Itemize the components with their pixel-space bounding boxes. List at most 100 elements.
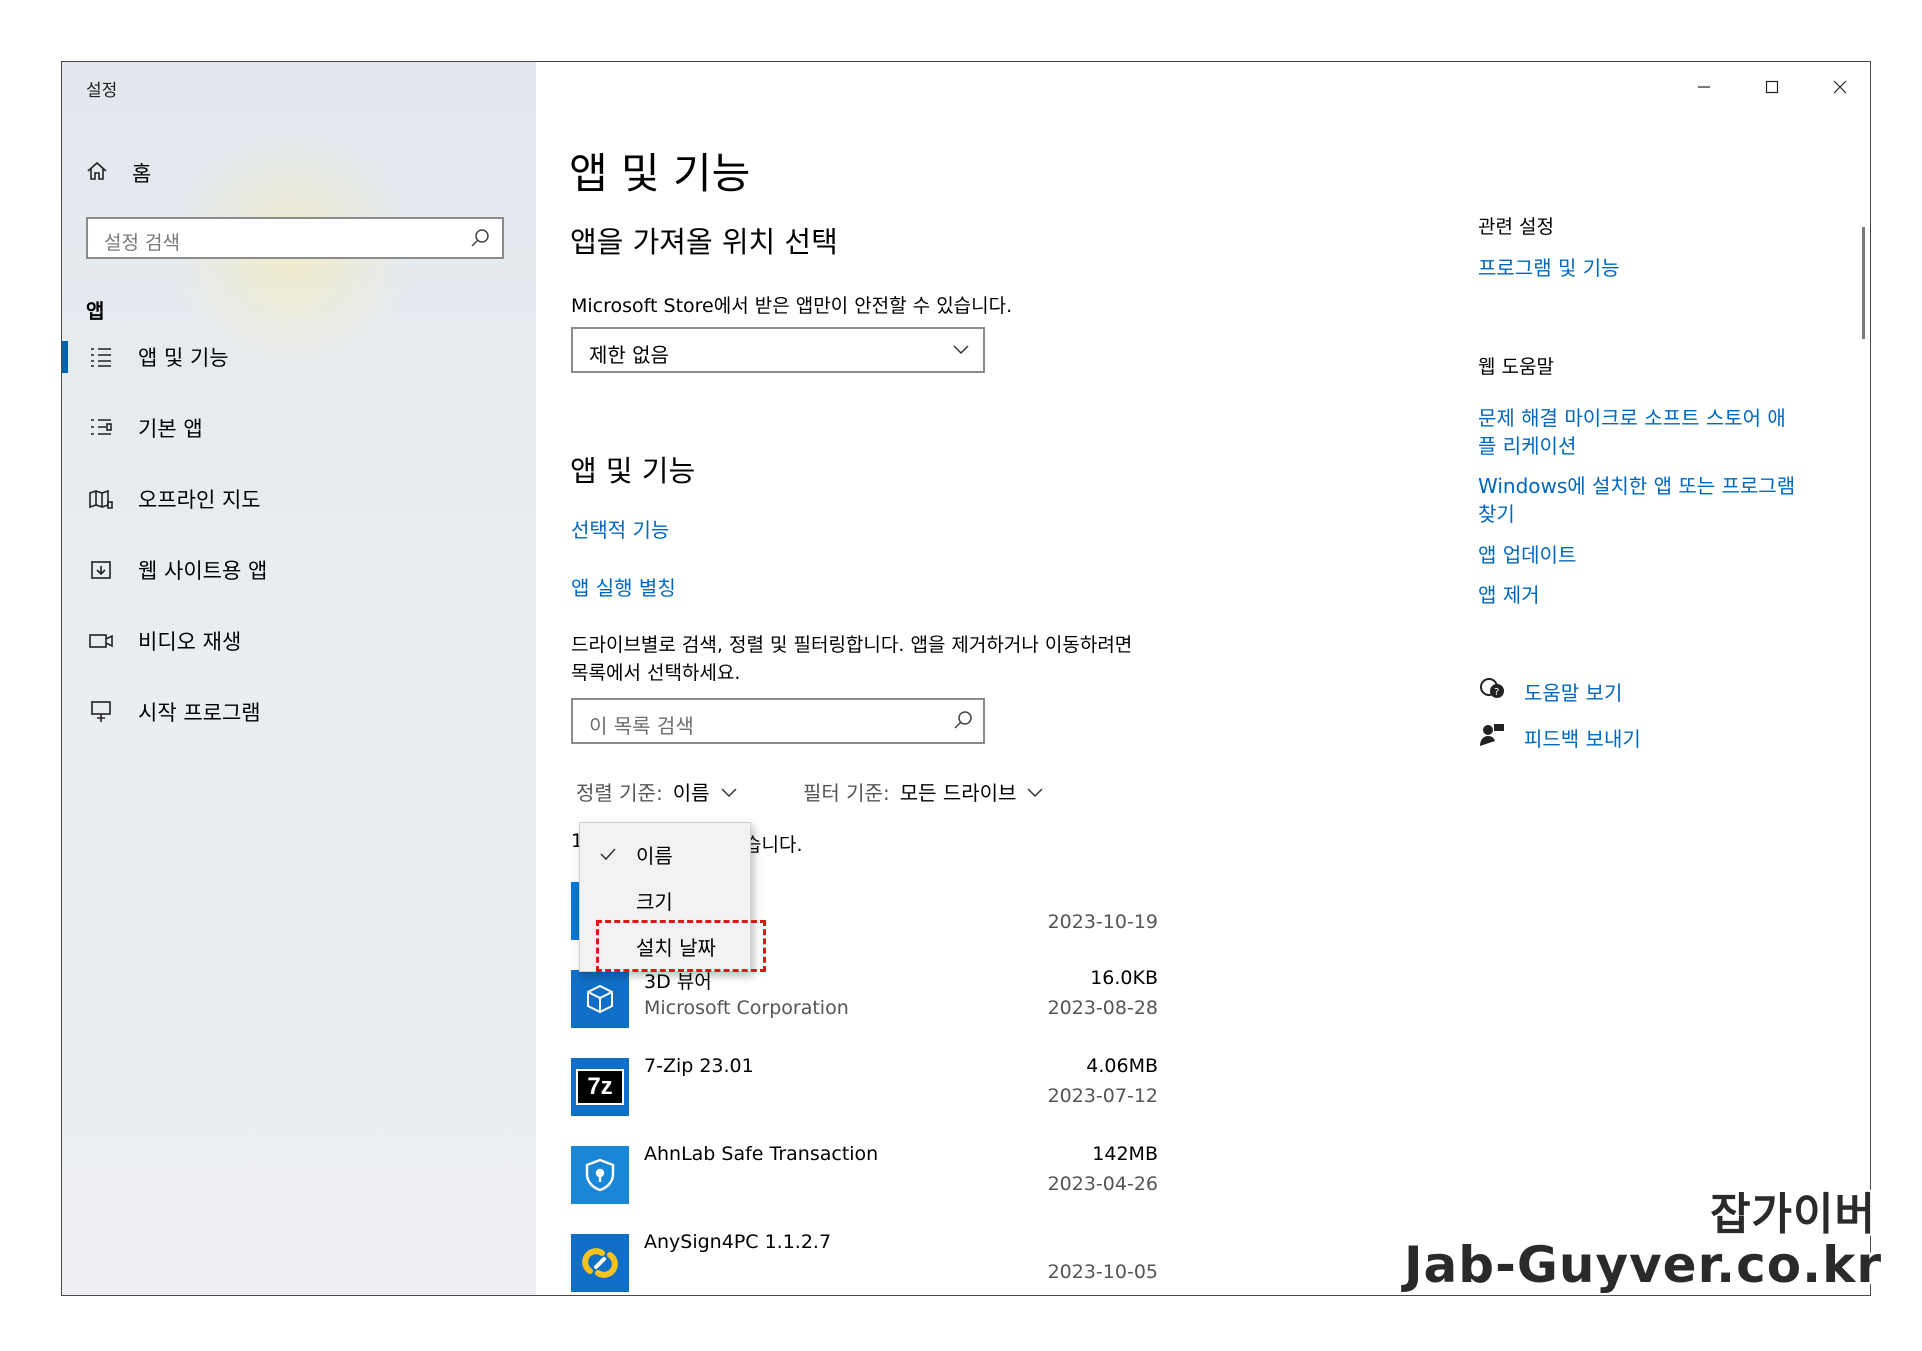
- maximize-button[interactable]: [1752, 70, 1792, 104]
- app-row-anysign[interactable]: AnySign4PC 1.1.2.7 2023-10-05: [571, 1231, 1221, 1295]
- minimize-button[interactable]: [1684, 70, 1724, 104]
- sidebar-item-label: 시작 프로그램: [138, 701, 261, 725]
- install-source-heading: 앱을 가져올 위치 선택: [570, 225, 838, 259]
- sidebar-item-video-playback[interactable]: 비디오 재생: [62, 616, 536, 666]
- app-row-7zip[interactable]: 7z 7-Zip 23.01 4.06MB 2023-07-12: [571, 1055, 1221, 1128]
- checkmark-icon: [580, 847, 636, 861]
- chevron-down-icon: [951, 341, 971, 361]
- app-publisher: Microsoft Corporation: [644, 997, 849, 1019]
- cube-icon: [571, 970, 629, 1028]
- app-name: AhnLab Safe Transaction: [644, 1143, 879, 1165]
- startup-icon: [86, 700, 116, 724]
- sidebar-item-default-apps[interactable]: 기본 앱: [62, 403, 536, 453]
- app-date: 2023-10-05: [1047, 1261, 1158, 1283]
- help-link-line: Windows에 설치한 앱 또는 프로그램: [1478, 474, 1796, 498]
- sidebar-item-label: 웹 사이트용 앱: [138, 559, 268, 583]
- help-link-troubleshoot-store[interactable]: 문제 해결 마이크로 소프트 스토어 애 플 리케이션: [1478, 404, 1858, 460]
- default-apps-icon: [86, 417, 116, 439]
- filter-label: 필터 기준:: [803, 781, 890, 805]
- app-name: AnySign4PC 1.1.2.7: [644, 1231, 832, 1253]
- app-date: 2023-04-26: [1047, 1173, 1158, 1195]
- close-icon: [1833, 80, 1847, 94]
- home-label: 홈: [132, 162, 152, 186]
- app-size: 142MB: [1092, 1143, 1158, 1165]
- app-execution-alias-link[interactable]: 앱 실행 별칭: [571, 572, 676, 601]
- close-button[interactable]: [1820, 70, 1860, 104]
- help-link-app-remove[interactable]: 앱 제거: [1478, 579, 1540, 608]
- anysign-icon: [571, 1234, 629, 1292]
- first-app-date: 2023-10-19: [1047, 911, 1158, 933]
- sidebar-item-startup[interactable]: 시작 프로그램: [62, 687, 536, 737]
- minimize-icon: [1698, 86, 1710, 88]
- list-icon: [86, 346, 116, 368]
- app-name: 7-Zip 23.01: [644, 1055, 754, 1077]
- map-icon: [86, 488, 116, 510]
- video-icon: [86, 631, 116, 651]
- 7zip-icon: 7z: [571, 1058, 629, 1116]
- send-feedback-link[interactable]: 피드백 보내기: [1478, 722, 1641, 752]
- app-date: 2023-07-12: [1047, 1085, 1158, 1107]
- programs-features-link[interactable]: 프로그램 및 기능: [1478, 252, 1620, 281]
- sidebar-item-label: 비디오 재생: [138, 630, 242, 654]
- home-icon: [86, 160, 108, 187]
- sort-label: 정렬 기준:: [576, 781, 663, 805]
- page-title: 앱 및 기능: [569, 149, 751, 198]
- sidebar-item-offline-maps[interactable]: 오프라인 지도: [62, 474, 536, 524]
- optional-features-link[interactable]: 선택적 기능: [571, 514, 669, 543]
- scrollbar-thumb[interactable]: [1862, 227, 1865, 339]
- web-help-heading: 웹 도움말: [1478, 356, 1554, 378]
- settings-window: 설정 홈 설정 검색 앱 앱 및 기능 기본 앱 오프라인 지도 웹 사이트용 …: [61, 61, 1871, 1296]
- settings-search-input[interactable]: 설정 검색: [86, 217, 504, 259]
- search-icon[interactable]: [470, 228, 490, 252]
- install-date-highlight: [596, 920, 766, 972]
- window-title: 설정: [86, 81, 118, 101]
- install-source-description: Microsoft Store에서 받은 앱만이 안전할 수 있습니다.: [571, 295, 1013, 317]
- help-link-find-apps[interactable]: Windows에 설치한 앱 또는 프로그램 찾기: [1478, 472, 1858, 528]
- filter-value: 모든 드라이브: [899, 781, 1017, 805]
- apps-features-heading: 앱 및 기능: [570, 454, 696, 488]
- send-feedback-label: 피드백 보내기: [1524, 726, 1641, 751]
- install-source-dropdown[interactable]: 제한 없음: [571, 327, 985, 373]
- app-size: 4.06MB: [1086, 1055, 1158, 1077]
- app-list-search-input[interactable]: 이 목록 검색: [571, 698, 985, 744]
- chevron-down-icon: [720, 787, 737, 797]
- sidebar-item-apps-features[interactable]: 앱 및 기능: [62, 332, 536, 382]
- get-help-link[interactable]: ? 도움말 보기: [1478, 676, 1622, 706]
- app-row-ahnlab[interactable]: AhnLab Safe Transaction 142MB 2023-04-26: [571, 1143, 1221, 1216]
- help-link-app-update[interactable]: 앱 업데이트: [1478, 539, 1576, 568]
- settings-search-placeholder: 설정 검색: [104, 232, 180, 254]
- nav-home[interactable]: 홈: [86, 157, 151, 189]
- 7zip-icon-label: 7z: [576, 1069, 624, 1105]
- search-icon[interactable]: [953, 710, 973, 734]
- help-link-line: 문제 해결 마이크로 소프트 스토어 애: [1478, 406, 1786, 430]
- help-link-line: 플 리케이션: [1478, 434, 1577, 458]
- help-link-line: 찾기: [1478, 502, 1515, 526]
- sort-menu-item-size[interactable]: 크기: [580, 877, 750, 923]
- apps-found-suffix: 습니다.: [744, 834, 803, 856]
- app-list-search-placeholder: 이 목록 검색: [589, 714, 694, 738]
- shield-icon: [571, 1146, 629, 1204]
- apps-description-line1: 드라이브별로 검색, 정렬 및 필터링합니다. 앱을 제거하거나 이동하려면: [571, 634, 1133, 656]
- filter-control[interactable]: 필터 기준: 모든 드라이브: [803, 777, 1044, 806]
- app-date: 2023-08-28: [1047, 997, 1158, 1019]
- sort-control[interactable]: 정렬 기준: 이름: [576, 777, 738, 806]
- sort-menu-item-name[interactable]: 이름: [580, 831, 750, 877]
- first-app-icon[interactable]: [571, 882, 579, 940]
- chevron-down-icon: [1027, 787, 1043, 797]
- sidebar-item-label: 앱 및 기능: [138, 346, 229, 370]
- sidebar-item-website-apps[interactable]: 웹 사이트용 앱: [62, 545, 536, 595]
- sort-menu-item-label: 이름: [636, 843, 673, 868]
- maximize-icon: [1765, 80, 1779, 94]
- watermark-korean: 잡가이버: [1710, 1189, 1876, 1240]
- help-chat-icon: ?: [1478, 676, 1506, 706]
- sort-menu-item-label: 크기: [636, 889, 673, 914]
- website-app-icon: [86, 559, 116, 581]
- app-row-3d-viewer[interactable]: 3D 뷰어 Microsoft Corporation 16.0KB 2023-…: [571, 967, 1221, 1040]
- watermark-url: Jab-Guyver.co.kr: [1403, 1236, 1882, 1294]
- feedback-icon: [1478, 722, 1506, 752]
- sidebar-item-label: 기본 앱: [138, 417, 203, 441]
- get-help-label: 도움말 보기: [1524, 680, 1623, 705]
- sidebar-item-label: 오프라인 지도: [138, 488, 261, 512]
- apps-description-line2: 목록에서 선택하세요.: [571, 662, 741, 684]
- app-size: 16.0KB: [1090, 967, 1158, 989]
